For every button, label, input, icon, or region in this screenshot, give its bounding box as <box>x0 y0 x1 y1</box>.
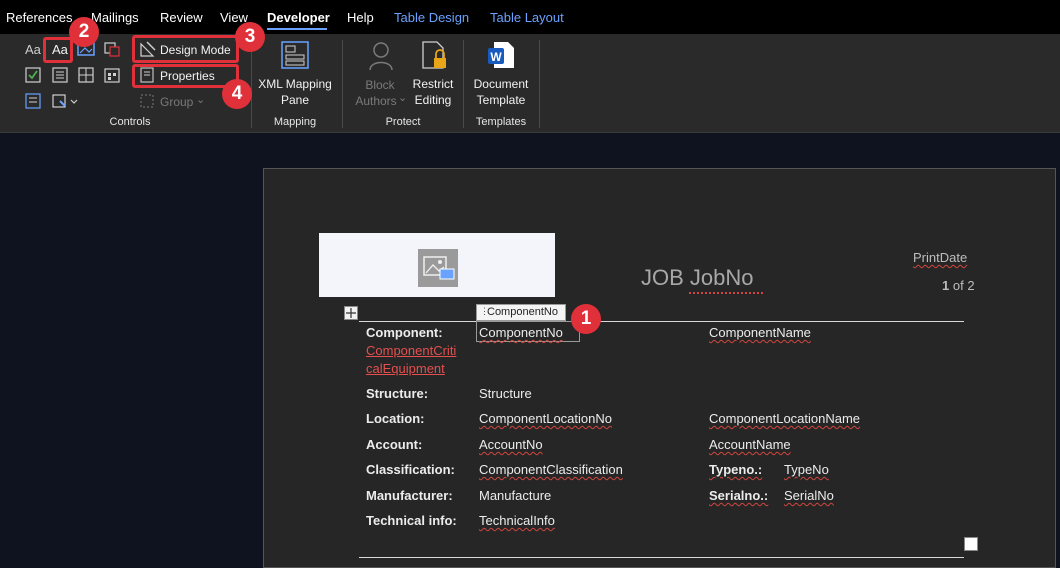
block-authors-icon <box>369 42 393 71</box>
checkbox-control-icon[interactable] <box>24 66 42 84</box>
spelling-underline <box>689 289 763 294</box>
word-document-template-icon[interactable]: W <box>486 40 516 72</box>
location-label: Location: <box>366 411 425 426</box>
manufacturer-field[interactable]: Manufacture <box>479 488 551 503</box>
group-chevron-down-icon: ⌄ <box>196 94 206 106</box>
legacy-tools-icon[interactable] <box>51 92 79 110</box>
footer-rule <box>359 557 964 558</box>
restrict-editing-icon[interactable] <box>420 40 450 72</box>
print-date-field[interactable]: PrintDate <box>913 250 967 265</box>
classification-label: Classification: <box>366 462 455 477</box>
document-template-label-line1[interactable]: Document <box>471 76 531 92</box>
properties-button[interactable] <box>132 64 239 88</box>
tab-references[interactable]: References <box>6 10 72 25</box>
xml-mapping-pane-icon[interactable] <box>280 40 310 70</box>
page-number: 1 of 2 <box>942 278 975 293</box>
restrict-editing-label-line1[interactable]: Restrict <box>408 76 458 92</box>
location-no-field[interactable]: ComponentLocationNo <box>479 411 612 426</box>
xml-mapping-label-line2[interactable]: Pane <box>256 92 334 108</box>
typeno-label: Typeno.: <box>709 462 763 477</box>
svg-text:W: W <box>490 50 502 64</box>
group-label: Group <box>160 95 194 109</box>
account-no-field[interactable]: AccountNo <box>479 437 543 452</box>
typeno-field[interactable]: TypeNo <box>784 462 829 477</box>
block-authors-label-line2: Authors <box>355 94 397 108</box>
group-divider <box>463 40 464 128</box>
serialno-field[interactable]: SerialNo <box>784 488 834 503</box>
xml-mapping-label-line1[interactable]: XML Mapping <box>256 76 334 92</box>
design-mode-button[interactable] <box>132 35 239 63</box>
content-control-title: ComponentNo <box>487 306 558 318</box>
mapping-group-label: Mapping <box>273 116 317 128</box>
manufacturer-label: Manufacturer: <box>366 488 453 503</box>
group-divider <box>251 40 252 128</box>
protect-group-label: Protect <box>385 116 421 128</box>
header-rule <box>359 321 964 322</box>
picture-placeholder-icon <box>418 249 458 287</box>
classification-field[interactable]: ComponentClassification <box>479 462 623 477</box>
group-divider <box>539 40 540 128</box>
repeating-section-icon[interactable] <box>24 92 42 110</box>
document-template-label-line2[interactable]: Template <box>471 92 531 108</box>
tab-table-design[interactable]: Table Design <box>394 10 469 25</box>
restrict-editing-label-line2[interactable]: Editing <box>408 92 458 108</box>
templates-group-label: Templates <box>475 116 527 128</box>
tab-table-layout[interactable]: Table Layout <box>490 10 564 25</box>
group-icon <box>140 94 154 108</box>
callout-badge-1: 1 <box>571 304 601 334</box>
controls-group-label: Controls <box>109 116 151 128</box>
tab-review[interactable]: Review <box>160 10 203 25</box>
tab-mailings[interactable]: Mailings <box>91 10 139 25</box>
component-no-field[interactable]: ComponentNo <box>479 325 563 340</box>
component-name-field[interactable]: ComponentName <box>709 325 811 340</box>
account-name-field[interactable]: AccountName <box>709 437 791 452</box>
tab-developer[interactable]: Developer <box>267 10 330 25</box>
table-move-handle-icon[interactable] <box>344 306 358 320</box>
active-tab-indicator <box>267 28 327 30</box>
date-picker-icon[interactable] <box>103 66 121 84</box>
combo-box-icon[interactable] <box>51 66 69 84</box>
component-critical-field-line2[interactable]: calEquipment <box>366 361 445 376</box>
plain-text-control-button[interactable] <box>43 37 73 63</box>
technical-info-label: Technical info: <box>366 513 457 528</box>
tab-help[interactable]: Help <box>347 10 374 25</box>
block-authors-chevron-down-icon: ⌄ <box>398 92 408 104</box>
component-label: Component: <box>366 325 443 340</box>
structure-label: Structure: <box>366 386 429 401</box>
content-control-tag[interactable]: ⋮ ComponentNo <box>476 304 566 321</box>
location-name-field[interactable]: ComponentLocationName <box>709 411 860 426</box>
rich-text-control-icon[interactable]: Aa <box>25 42 41 57</box>
building-block-icon[interactable] <box>103 40 121 58</box>
callout-badge-3: 3 <box>235 22 265 52</box>
dropdown-list-icon[interactable] <box>77 66 95 84</box>
table-resize-handle[interactable] <box>964 537 978 551</box>
callout-badge-2: 2 <box>69 17 99 47</box>
job-title: JOB JobNo <box>641 265 754 290</box>
technical-info-field[interactable]: TechnicalInfo <box>479 513 555 528</box>
component-critical-field-line1[interactable]: ComponentCriti <box>366 343 456 358</box>
serialno-label: Serialno.: <box>709 488 769 503</box>
ribbon-tab-bar: References Mailings Review View Develope… <box>0 0 1060 34</box>
account-label: Account: <box>366 437 423 452</box>
structure-field[interactable]: Structure <box>479 386 532 401</box>
callout-badge-4: 4 <box>222 79 252 109</box>
group-divider <box>342 40 343 128</box>
